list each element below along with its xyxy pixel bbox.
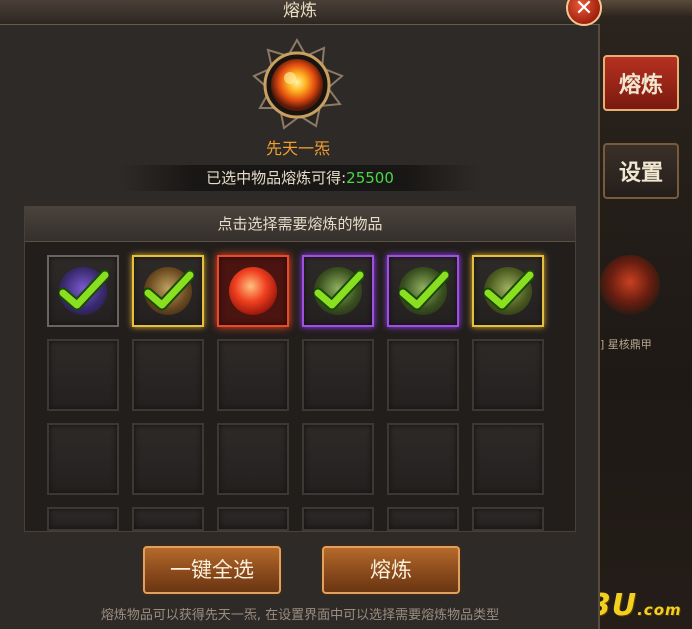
item-slot[interactable]: [132, 255, 204, 327]
side-equipment-icon[interactable]: [600, 255, 660, 315]
empty-slot[interactable]: [302, 423, 374, 495]
item-slot[interactable]: [387, 255, 459, 327]
background-panel: 熔炼 设置 ] 星核鼎甲: [600, 0, 692, 629]
dialog-title: 熔炼: [283, 1, 317, 21]
empty-slot[interactable]: [47, 507, 119, 531]
item-orb-icon: [229, 267, 277, 315]
empty-slot[interactable]: [132, 423, 204, 495]
side-tab-settings[interactable]: 设置: [603, 143, 679, 199]
side-equipment-label: ] 星核鼎甲: [600, 338, 652, 351]
item-slot[interactable]: [472, 255, 544, 327]
checkmark-icon: [59, 269, 109, 311]
empty-slot[interactable]: [217, 423, 289, 495]
essence-medallion-icon: [252, 38, 344, 130]
empty-slot[interactable]: [217, 507, 289, 531]
gain-summary: 已选中物品熔炼可得:25500: [120, 165, 480, 191]
empty-slot[interactable]: [132, 507, 204, 531]
empty-slot[interactable]: [472, 423, 544, 495]
grid-header: 点击选择需要熔炼的物品: [25, 207, 575, 242]
checkmark-icon: [314, 269, 364, 311]
empty-slot[interactable]: [47, 339, 119, 411]
smelt-button[interactable]: 熔炼: [322, 546, 460, 594]
empty-slot[interactable]: [387, 339, 459, 411]
item-grid-panel: 点击选择需要熔炼的物品: [24, 206, 576, 532]
empty-slot[interactable]: [387, 423, 459, 495]
item-slot[interactable]: [302, 255, 374, 327]
checkmark-icon: [399, 269, 449, 311]
empty-slot[interactable]: [132, 339, 204, 411]
checkmark-icon: [144, 269, 194, 311]
empty-slot[interactable]: [472, 339, 544, 411]
item-slot[interactable]: [217, 255, 289, 327]
smelt-dialog: 熔炼 先天一炁 已选中物品熔炼可得:25500 点击选择需要熔炼的物品 一键全选…: [0, 0, 600, 629]
gain-label: 已选中物品熔炼可得:: [206, 169, 347, 187]
empty-slot[interactable]: [302, 339, 374, 411]
essence-name: 先天一炁: [265, 139, 330, 158]
background-frame: [600, 0, 692, 18]
checkmark-icon: [484, 269, 534, 311]
empty-slot[interactable]: [47, 423, 119, 495]
gain-value: 25500: [346, 169, 394, 187]
empty-slot[interactable]: [302, 507, 374, 531]
side-tab-smelt[interactable]: 熔炼: [603, 55, 679, 111]
empty-slot[interactable]: [387, 507, 459, 531]
empty-slot[interactable]: [217, 339, 289, 411]
empty-slot[interactable]: [472, 507, 544, 531]
title-bar: 熔炼: [0, 0, 600, 25]
item-slot[interactable]: [47, 255, 119, 327]
footer-hint: 熔炼物品可以获得先天一炁, 在设置界面中可以选择需要熔炼物品类型: [100, 608, 500, 623]
select-all-button[interactable]: 一键全选: [143, 546, 281, 594]
close-icon: ✕: [574, 0, 594, 21]
